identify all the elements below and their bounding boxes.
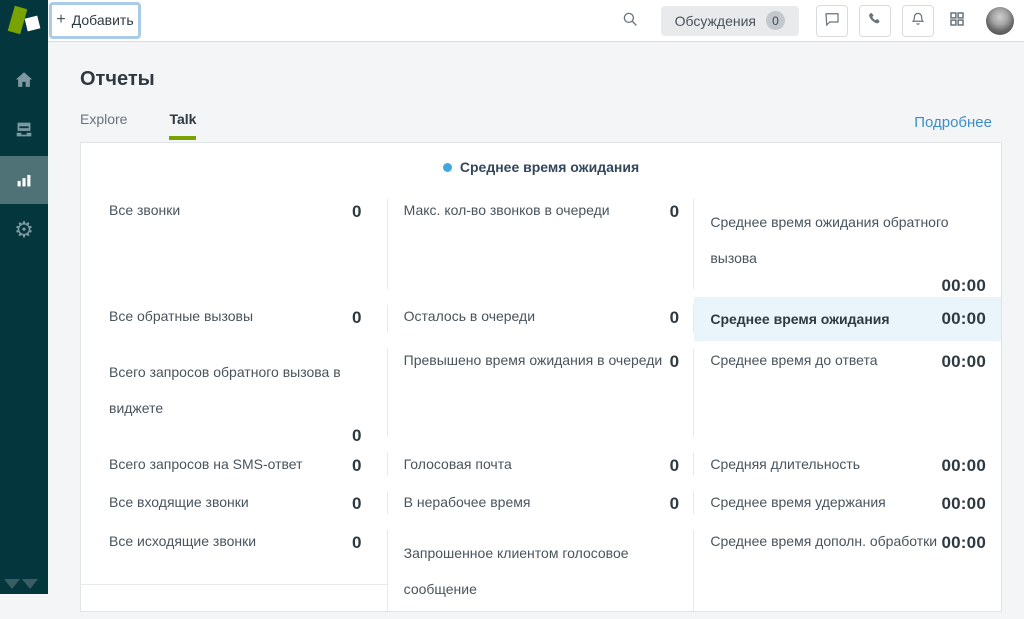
- metric-all-callbacks: Все обратные вызовы 0: [81, 297, 388, 341]
- grid-icon: [948, 10, 966, 31]
- metric-value: 00:00: [942, 456, 986, 476]
- metric-value: 00:00: [942, 533, 986, 553]
- topbar: + Добавить Обсуждения 0: [48, 0, 1024, 42]
- metric-max-queue-calls: Макс. кол-во звонков в очереди 0: [388, 191, 695, 297]
- metric-label: Все звонки: [109, 202, 180, 218]
- metric-all-inbound-calls: Все входящие звонки 0: [81, 483, 388, 522]
- phone-button[interactable]: [859, 5, 891, 37]
- metric-label: Все обратные вызовы: [109, 308, 253, 324]
- metric-label: Среднее время удержания: [710, 494, 885, 510]
- metric-value: 0: [352, 533, 362, 553]
- metric-voicemail: Голосовая почта 0: [388, 445, 695, 483]
- metric-queue-wait-exceeded: Превышено время ожидания в очереди 0: [388, 341, 695, 445]
- views-inbox-icon: [13, 119, 35, 141]
- report-panel: Среднее время ожидания Все звонки 0 Макс…: [80, 142, 1002, 612]
- metric-label: Средняя длительность: [710, 456, 860, 472]
- metric-label: В нерабочее время: [404, 494, 531, 510]
- metric-label: Осталось в очереди: [404, 308, 535, 324]
- metric-all-outbound-calls: Все исходящие звонки 0: [81, 522, 388, 619]
- metric-value: 0: [670, 308, 680, 328]
- metric-label: Превышено время ожидания в очереди: [404, 352, 663, 368]
- metric-label: Все входящие звонки: [109, 494, 249, 510]
- bell-icon: [909, 10, 927, 31]
- phone-icon: [866, 10, 884, 31]
- metric-avg-time-to-answer: Среднее время до ответа 00:00: [694, 341, 1001, 445]
- add-button[interactable]: + Добавить: [49, 2, 141, 39]
- legend-dot-icon: [443, 163, 452, 172]
- metric-sms-requests: Всего запросов на SMS-ответ 0: [81, 445, 388, 483]
- chat-button[interactable]: [816, 5, 848, 37]
- chat-icon: [823, 10, 841, 31]
- home-icon: [13, 69, 35, 91]
- page-title: Отчеты: [80, 68, 1024, 91]
- metric-value: 0: [109, 426, 362, 446]
- discussions-button[interactable]: Обсуждения 0: [661, 6, 799, 36]
- metric-avg-hold-time: Среднее время удержания 00:00: [694, 483, 1001, 522]
- metrics-grid: Все звонки 0 Макс. кол-во звонков в очер…: [81, 191, 1001, 611]
- metric-label: Всего запросов на SMS-ответ: [109, 456, 303, 472]
- metric-value: 0: [670, 494, 680, 514]
- bar-chart-icon: [13, 169, 35, 191]
- apps-grid-button[interactable]: [945, 9, 969, 33]
- metric-label: Среднее время ожидания: [710, 311, 889, 327]
- metric-label: Голосовая почта: [404, 456, 512, 472]
- discussions-count-badge: 0: [766, 11, 785, 30]
- metric-left-in-queue: Осталось в очереди 0: [388, 297, 695, 341]
- tab-explore[interactable]: Explore: [80, 111, 127, 140]
- legend-label: Среднее время ожидания: [460, 159, 639, 175]
- tab-talk[interactable]: Talk: [169, 111, 196, 140]
- logo-white-shape: [25, 16, 41, 32]
- metric-label: Среднее время ожидания обратного вызова: [710, 202, 986, 276]
- metric-value: 0: [670, 352, 680, 372]
- search-button[interactable]: [618, 9, 642, 33]
- metric-avg-duration: Средняя длительность 00:00: [694, 445, 1001, 483]
- metric-label: Все исходящие звонки: [109, 533, 256, 549]
- sidebar-item-settings[interactable]: ⚙: [0, 206, 48, 254]
- sidebar-item-views[interactable]: [0, 106, 48, 154]
- metric-value: 0: [670, 202, 680, 222]
- metric-value: 00:00: [710, 276, 986, 296]
- sidebar: ⚙: [0, 0, 48, 594]
- user-avatar[interactable]: [986, 7, 1014, 35]
- metric-avg-wait-highlighted: Среднее время ожидания 00:00: [694, 297, 1001, 341]
- metric-label: Макс. кол-во звонков в очереди: [404, 202, 610, 218]
- sidebar-bottom-decoration: [0, 575, 48, 594]
- metric-value: 00:00: [942, 352, 986, 372]
- app-logo: [0, 0, 48, 42]
- plus-icon: +: [56, 11, 65, 29]
- metric-client-requested-voicemail: Запрошенное клиентом голосовое сообщение: [388, 522, 695, 619]
- metric-value: 0: [352, 456, 362, 476]
- discussions-label: Обсуждения: [675, 13, 756, 29]
- metric-value: 0: [670, 456, 680, 476]
- sidebar-item-reports[interactable]: [0, 156, 48, 204]
- metric-value: 0: [352, 308, 362, 328]
- sidebar-nav: ⚙: [0, 42, 48, 254]
- metric-avg-callback-wait: Среднее время ожидания обратного вызова …: [694, 191, 1001, 297]
- gear-icon: ⚙: [14, 219, 34, 241]
- metric-avg-wrap-up-time: Среднее время дополн. обработки 00:00: [694, 522, 1001, 619]
- metric-after-hours: В нерабочее время 0: [388, 483, 695, 522]
- metric-value: 0: [352, 494, 362, 514]
- panel-legend: Среднее время ожидания: [81, 143, 1001, 191]
- notifications-button[interactable]: [902, 5, 934, 37]
- sidebar-item-home[interactable]: [0, 56, 48, 104]
- more-details-link[interactable]: Подробнее: [914, 114, 992, 140]
- metric-value: 00:00: [942, 309, 986, 329]
- metric-label: Запрошенное клиентом голосовое сообщение: [404, 533, 680, 607]
- metric-value: 00:00: [942, 494, 986, 514]
- metric-label: Среднее время до ответа: [710, 352, 877, 368]
- tabs-row: Explore Talk Подробнее: [80, 111, 992, 140]
- add-button-label: Добавить: [72, 12, 134, 28]
- metric-widget-callback-requests: Всего запросов обратного вызова в виджет…: [81, 341, 388, 445]
- metric-value: 0: [352, 202, 362, 222]
- metric-label: Всего запросов обратного вызова в виджет…: [109, 352, 362, 426]
- main-content: Отчеты Explore Talk Подробнее Среднее вр…: [48, 42, 1024, 594]
- topbar-right-cluster: Обсуждения 0: [618, 5, 1024, 37]
- metric-label: Среднее время дополн. обработки: [710, 533, 937, 549]
- metric-all-calls: Все звонки 0: [81, 191, 388, 297]
- search-icon: [621, 10, 639, 31]
